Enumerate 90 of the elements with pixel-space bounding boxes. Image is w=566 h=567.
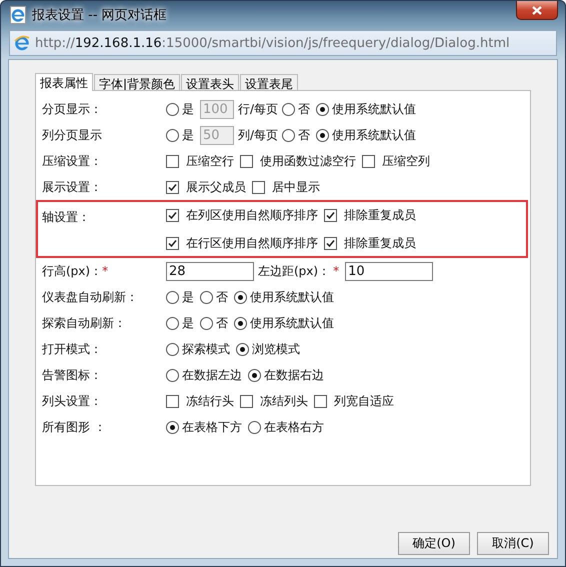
- close-icon: [532, 6, 542, 14]
- radio-button[interactable]: [234, 290, 247, 304]
- checkbox[interactable]: [362, 154, 375, 168]
- dialog-button[interactable]: 取消(C): [477, 532, 549, 555]
- radio-button[interactable]: [316, 102, 330, 116]
- checkbox[interactable]: [166, 208, 179, 222]
- checkbox[interactable]: [166, 154, 179, 168]
- setting-label: 所有图形 ：: [42, 420, 106, 434]
- radio-button[interactable]: [248, 368, 261, 382]
- radio-label: 在数据右边: [264, 366, 324, 384]
- radio-button[interactable]: [166, 128, 179, 142]
- checkbox-label: 排除重复成员: [344, 206, 416, 224]
- radio-button[interactable]: [282, 102, 296, 116]
- required-mark: *: [102, 264, 108, 278]
- setting-label: 仪表盘自动刷新：: [42, 290, 138, 304]
- checkbox[interactable]: [166, 236, 179, 250]
- setting-label: 打开模式：: [42, 342, 102, 356]
- checkbox[interactable]: [240, 154, 253, 168]
- checkbox-label: 冻结列头: [260, 392, 308, 410]
- tab[interactable]: 报表属性: [35, 73, 93, 91]
- setting-label: 列分页显示: [42, 128, 102, 142]
- setting-label: 展示设置：: [42, 180, 102, 194]
- radio-button[interactable]: [166, 102, 179, 116]
- radio-button[interactable]: [166, 368, 179, 382]
- radio-label: 是: [182, 314, 194, 332]
- radio-label: 否: [298, 126, 310, 144]
- browser-icon: [14, 35, 30, 51]
- checkbox-label: 压缩空行: [186, 152, 234, 170]
- required-mark: *: [333, 264, 340, 278]
- checkbox-label: 列宽自适应: [334, 392, 394, 410]
- radio-label: 使用系统默认值: [250, 314, 334, 332]
- radio-button[interactable]: [166, 342, 179, 356]
- checkbox-label: 展示父成员: [186, 178, 246, 196]
- url-text: http://192.168.1.16:15000/smartbi/vision/js/freequery/dialog/Dialog.html: [35, 36, 510, 50]
- radio-label: 浏览模式: [252, 340, 300, 358]
- window-title: 报表设置 -- 网页对话框: [32, 7, 167, 24]
- radio-label: 探索模式: [182, 340, 230, 358]
- radio-button[interactable]: [166, 316, 179, 330]
- browser-icon: [10, 6, 26, 24]
- dialog-button[interactable]: 确定(O): [398, 532, 470, 555]
- radio-label: 否: [298, 100, 310, 118]
- checkbox[interactable]: [324, 208, 337, 222]
- tab[interactable]: 设置表尾: [240, 74, 298, 90]
- radio-button[interactable]: [166, 420, 179, 434]
- checkbox[interactable]: [324, 236, 337, 250]
- radio-label: 使用系统默认值: [332, 126, 416, 144]
- setting-label: 行高(px)：: [42, 264, 102, 278]
- radio-label: 否: [216, 314, 228, 332]
- checkbox-label: 居中显示: [272, 178, 320, 196]
- radio-label: 在表格右方: [264, 418, 324, 436]
- unit-label: 行/每页: [238, 100, 278, 118]
- unit-label: 列/每页: [238, 126, 278, 144]
- radio-label: 在数据左边: [182, 366, 242, 384]
- radio-button[interactable]: [248, 420, 261, 434]
- setting-label: 压缩设置：: [42, 154, 102, 168]
- setting-label: 告警图标：: [42, 368, 102, 382]
- checkbox-label: 排除重复成员: [344, 234, 416, 252]
- checkbox[interactable]: [240, 394, 253, 408]
- tab[interactable]: 设置表头: [181, 74, 240, 90]
- setting-label: 分页显示：: [42, 102, 102, 116]
- setting-label: 轴设置：: [42, 210, 90, 224]
- checkbox-label: 使用函数过滤空行: [260, 152, 356, 170]
- radio-button[interactable]: [200, 316, 213, 330]
- radio-label: 是: [182, 126, 194, 144]
- checkbox-label: 在列区使用自然顺序排序: [186, 206, 318, 224]
- radio-button[interactable]: [200, 290, 213, 304]
- checkbox-label: 冻结行头: [186, 392, 234, 410]
- input-field[interactable]: 10: [345, 262, 434, 280]
- radio-label: 是: [182, 100, 194, 118]
- checkbox-label: 压缩空列: [382, 152, 430, 170]
- setting-label: 列头设置：: [42, 394, 102, 408]
- field-label: 左边距(px)：: [258, 262, 330, 280]
- radio-label: 使用系统默认值: [332, 100, 416, 118]
- radio-label: 在表格下方: [182, 418, 242, 436]
- checkbox[interactable]: [314, 394, 327, 408]
- checkbox-label: 在行区使用自然顺序排序: [186, 234, 318, 252]
- radio-button[interactable]: [236, 342, 249, 356]
- radio-button[interactable]: [234, 316, 247, 330]
- radio-label: 是: [182, 288, 194, 306]
- checkbox[interactable]: [166, 180, 179, 194]
- checkbox[interactable]: [252, 180, 265, 194]
- radio-button[interactable]: [166, 290, 179, 304]
- radio-label: 使用系统默认值: [250, 288, 334, 306]
- radio-button[interactable]: [316, 128, 330, 142]
- checkbox[interactable]: [166, 394, 179, 408]
- setting-label: 探索自动刷新：: [42, 316, 126, 330]
- radio-label: 否: [216, 288, 228, 306]
- close-button[interactable]: [516, 1, 558, 20]
- input-field[interactable]: 28: [166, 262, 254, 280]
- radio-button[interactable]: [282, 128, 296, 142]
